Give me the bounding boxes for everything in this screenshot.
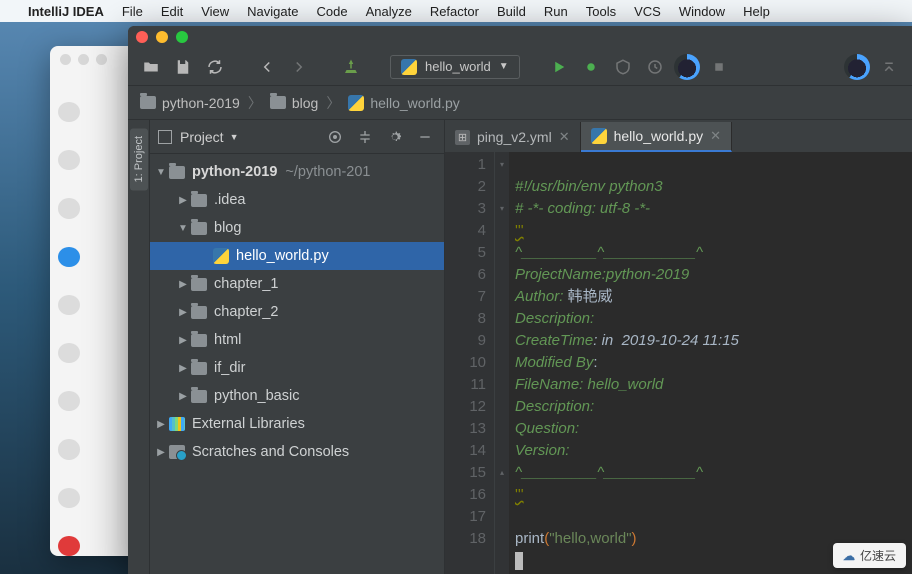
run-config-label: hello_world <box>425 59 491 74</box>
project-pane-header: Project▼ <box>150 120 444 154</box>
tree-node-hello-world[interactable]: hello_world.py <box>150 242 444 270</box>
watermark: ☁ 亿速云 <box>833 543 906 568</box>
close-icon[interactable]: ✕ <box>559 129 570 145</box>
hide-button[interactable] <box>414 126 436 148</box>
project-pane-title[interactable]: Project▼ <box>180 129 239 145</box>
project-pane: Project▼ ▼python-2019~/python-201 ▶.idea… <box>150 120 445 574</box>
select-opened-file-button[interactable] <box>324 126 346 148</box>
breadcrumb-root[interactable]: python-2019 <box>140 95 240 111</box>
menu-run[interactable]: Run <box>544 4 568 19</box>
update-button[interactable] <box>876 54 902 80</box>
menu-build[interactable]: Build <box>497 4 526 19</box>
left-tool-strip: 1: Project <box>128 120 150 574</box>
fold-gutter[interactable]: ▾▾▴ <box>495 152 509 574</box>
build-button[interactable] <box>338 54 364 80</box>
menu-edit[interactable]: Edit <box>161 4 183 19</box>
project-tool-button[interactable]: 1: Project <box>130 128 148 190</box>
gauge-icon[interactable] <box>844 54 870 80</box>
editor-tabs: ping_v2.yml✕ hello_world.py✕ <box>445 120 912 152</box>
menu-app-name[interactable]: IntelliJ IDEA <box>28 4 104 19</box>
collapse-all-button[interactable] <box>354 126 376 148</box>
tree-node-html[interactable]: ▶html <box>150 326 444 354</box>
sync-button[interactable] <box>202 54 228 80</box>
memory-gauge-icon[interactable] <box>674 54 700 80</box>
tree-root[interactable]: ▼python-2019~/python-201 <box>150 158 444 186</box>
library-icon <box>169 417 185 431</box>
tree-node-external-libs[interactable]: ▶External Libraries <box>150 410 444 438</box>
python-icon <box>591 128 607 144</box>
breadcrumb-file[interactable]: hello_world.py <box>348 95 460 111</box>
python-icon <box>401 59 417 75</box>
project-tree[interactable]: ▼python-2019~/python-201 ▶.idea ▼blog he… <box>150 154 444 574</box>
menu-help[interactable]: Help <box>743 4 770 19</box>
ide-window: hello_world ▼ python-2019 〉 blog 〉 hello… <box>128 26 912 574</box>
menu-tools[interactable]: Tools <box>586 4 616 19</box>
folder-icon <box>140 96 156 109</box>
menu-view[interactable]: View <box>201 4 229 19</box>
breadcrumb: python-2019 〉 blog 〉 hello_world.py <box>128 86 912 120</box>
tree-node-chapter-1[interactable]: ▶chapter_1 <box>150 270 444 298</box>
tree-node-if-dir[interactable]: ▶if_dir <box>150 354 444 382</box>
menu-file[interactable]: File <box>122 4 143 19</box>
tree-node-blog[interactable]: ▼blog <box>150 214 444 242</box>
menu-navigate[interactable]: Navigate <box>247 4 298 19</box>
coverage-button[interactable] <box>610 54 636 80</box>
settings-icon[interactable] <box>384 126 406 148</box>
menu-vcs[interactable]: VCS <box>634 4 661 19</box>
debug-button[interactable] <box>578 54 604 80</box>
python-icon <box>213 248 229 264</box>
menu-refactor[interactable]: Refactor <box>430 4 479 19</box>
tree-node-idea[interactable]: ▶.idea <box>150 186 444 214</box>
window-minimize-icon[interactable] <box>156 31 168 43</box>
tree-node-python-basic[interactable]: ▶python_basic <box>150 382 444 410</box>
tree-node-chapter-2[interactable]: ▶chapter_2 <box>150 298 444 326</box>
save-button[interactable] <box>170 54 196 80</box>
text-caret <box>515 552 523 570</box>
menu-analyze[interactable]: Analyze <box>366 4 412 19</box>
mac-menu-bar: IntelliJ IDEA File Edit View Navigate Co… <box>0 0 912 22</box>
code-source[interactable]: #!/usr/bin/env python3 # -*- coding: utf… <box>509 152 912 574</box>
main-toolbar: hello_world ▼ <box>128 48 912 86</box>
editor-area: ping_v2.yml✕ hello_world.py✕ 12345678910… <box>445 120 912 574</box>
breadcrumb-folder[interactable]: blog <box>270 95 318 111</box>
code-editor[interactable]: 123456789101112131415161718 ▾▾▴ #!/usr/b… <box>445 152 912 574</box>
stop-button[interactable] <box>706 54 732 80</box>
run-config-selector[interactable]: hello_world ▼ <box>390 55 520 79</box>
menu-code[interactable]: Code <box>316 4 347 19</box>
tab-ping-v2[interactable]: ping_v2.yml✕ <box>445 122 581 152</box>
tab-hello-world[interactable]: hello_world.py✕ <box>581 122 732 152</box>
close-icon[interactable]: ✕ <box>710 128 721 144</box>
window-close-icon[interactable] <box>136 31 148 43</box>
folder-icon <box>270 96 286 109</box>
line-gutter: 123456789101112131415161718 <box>445 152 495 574</box>
menu-window[interactable]: Window <box>679 4 725 19</box>
forward-button[interactable] <box>286 54 312 80</box>
yml-icon <box>455 130 470 145</box>
window-zoom-icon[interactable] <box>176 31 188 43</box>
profile-button[interactable] <box>642 54 668 80</box>
scratch-icon <box>169 445 185 459</box>
run-button[interactable] <box>546 54 572 80</box>
cloud-icon: ☁ <box>843 549 855 563</box>
back-button[interactable] <box>254 54 280 80</box>
python-icon <box>348 95 364 111</box>
open-button[interactable] <box>138 54 164 80</box>
tree-node-scratches[interactable]: ▶Scratches and Consoles <box>150 438 444 466</box>
chevron-down-icon: ▼ <box>499 61 509 72</box>
ide-titlebar <box>128 26 912 48</box>
